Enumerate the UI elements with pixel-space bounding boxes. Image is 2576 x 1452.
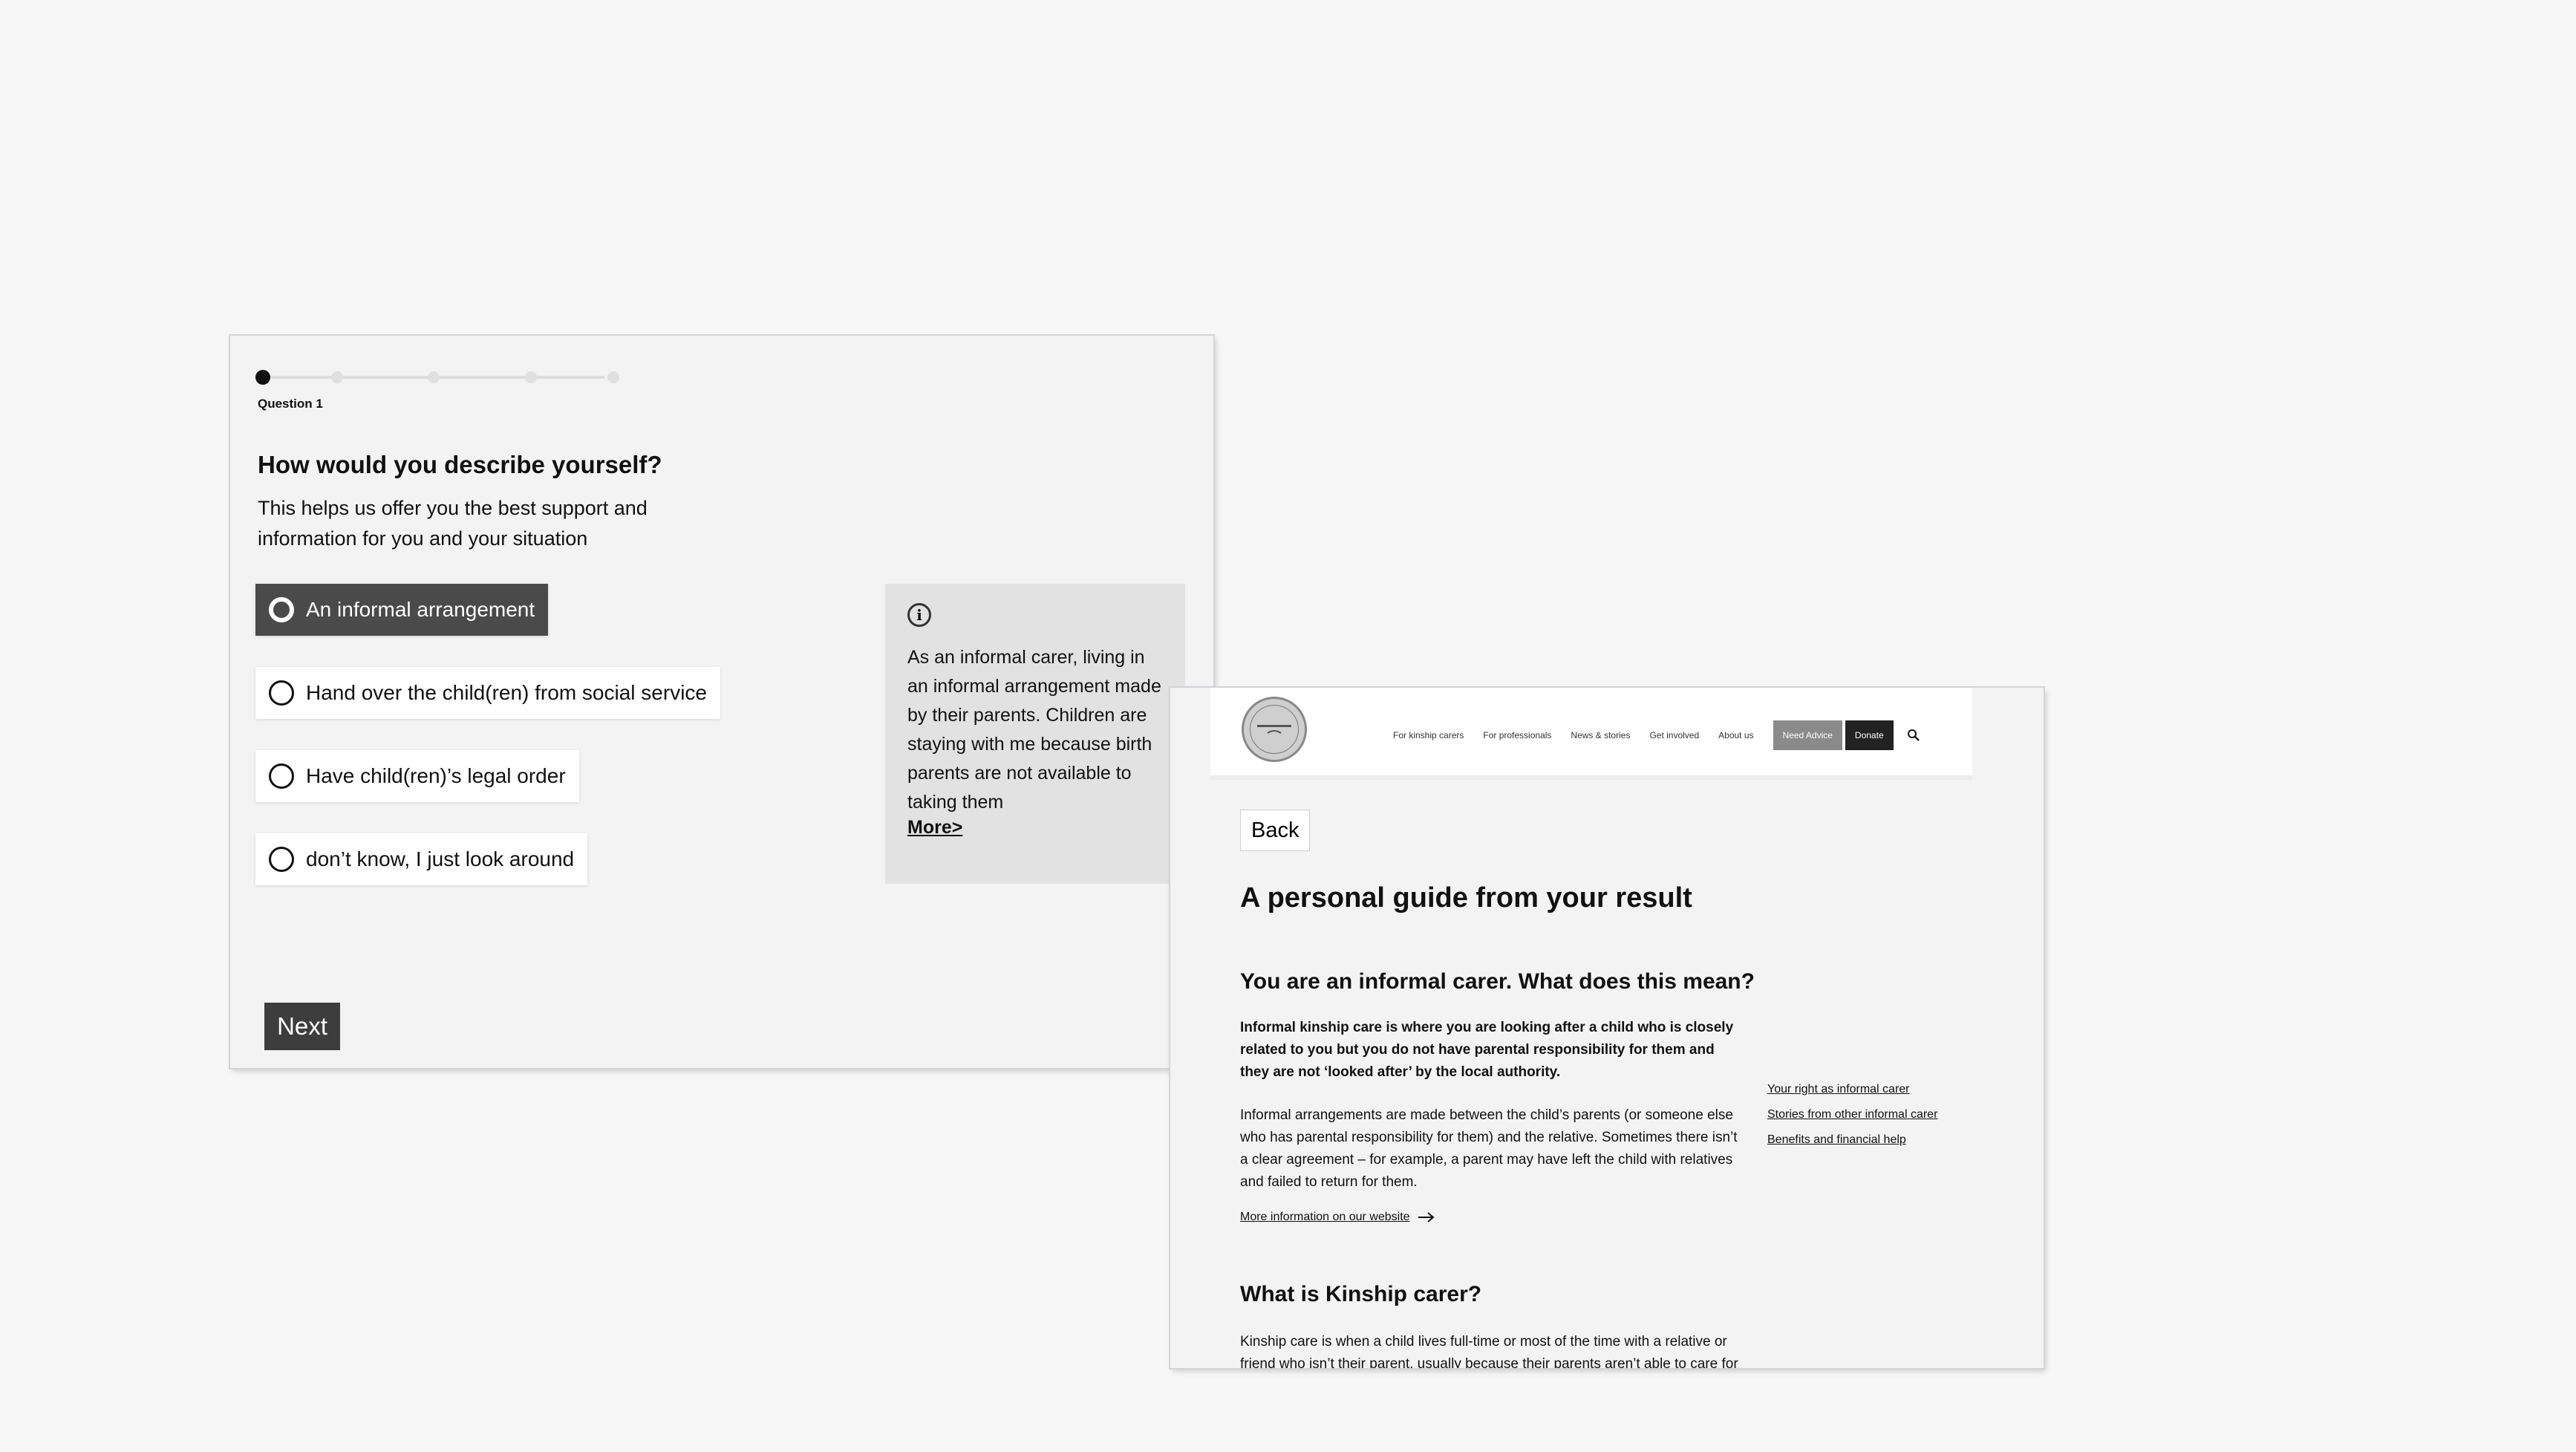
more-info-website-link[interactable]: More information on our website: [1240, 1211, 1435, 1224]
section-kinship-carer-heading: What is Kinship carer?: [1240, 1282, 1482, 1306]
radio-icon: [269, 764, 294, 789]
option-dont-know[interactable]: don’t know, I just look around: [255, 833, 588, 885]
more-info-link-label: More information on our website: [1240, 1211, 1410, 1223]
option-label: Have child(ren)’s legal order: [306, 764, 566, 787]
result-title: A personal guide from your result: [1240, 882, 1692, 914]
site-header: For kinship carers For professionals New…: [1210, 688, 1972, 780]
option-informal-arrangement[interactable]: An informal arrangement: [255, 584, 549, 636]
nav-news-stories[interactable]: News & stories: [1571, 730, 1630, 740]
nav-get-involved[interactable]: Get involved: [1649, 730, 1699, 740]
step-2-dot[interactable]: [331, 371, 343, 383]
question-subtitle: This helps us offer you the best support…: [258, 497, 648, 550]
radio-icon: [269, 847, 294, 872]
progress-stepper: [255, 368, 619, 386]
section-informal-carer-heading: You are an informal carer. What does thi…: [1240, 969, 1755, 994]
step-3-dot[interactable]: [428, 371, 440, 383]
question-label: Question 1: [258, 397, 323, 411]
option-label: don’t know, I just look around: [306, 847, 575, 870]
radio-icon: [269, 680, 294, 706]
nav-kinship-carers[interactable]: For kinship carers: [1393, 730, 1464, 740]
quiz-card: Question 1 How would you describe yourse…: [230, 336, 1213, 1068]
option-social-service[interactable]: Hand over the child(ren) from social ser…: [255, 667, 720, 719]
back-button[interactable]: Back: [1240, 810, 1311, 851]
arrow-right-icon: [1418, 1212, 1435, 1223]
section-informal-carer-body: Informal arrangements are made between t…: [1240, 1107, 1738, 1190]
next-button[interactable]: Next: [264, 1003, 340, 1050]
side-links: Your right as informal carer Stories fro…: [1767, 1083, 1937, 1159]
search-icon[interactable]: [1907, 729, 1920, 742]
result-card: For kinship carers For professionals New…: [1170, 688, 2044, 1368]
section-kinship-carer-body: Kinship care is when a child lives full-…: [1240, 1334, 1738, 1368]
info-panel: i As an informal carer, living in an inf…: [885, 584, 1185, 884]
donate-button[interactable]: Donate: [1845, 720, 1894, 750]
logo-inner-ring: [1250, 705, 1299, 754]
grandparents-plus-logo[interactable]: [1242, 697, 1307, 762]
section-informal-carer-intro: Informal kinship care is where you are l…: [1240, 1020, 1734, 1080]
logo-mark-icon: [1257, 725, 1291, 734]
side-link-benefits[interactable]: Benefits and financial help: [1767, 1133, 1937, 1147]
option-legal-order[interactable]: Have child(ren)’s legal order: [255, 750, 579, 802]
step-5-dot[interactable]: [607, 371, 619, 383]
option-label: Hand over the child(ren) from social ser…: [306, 681, 707, 704]
info-icon: i: [907, 603, 931, 627]
step-4-dot[interactable]: [525, 371, 537, 383]
main-nav: For kinship carers For professionals New…: [1393, 720, 1920, 750]
question-title: How would you describe yourself?: [258, 451, 662, 478]
need-advice-button[interactable]: Need Advice: [1773, 720, 1842, 750]
side-link-your-right[interactable]: Your right as informal carer: [1767, 1083, 1937, 1096]
step-1-dot[interactable]: [255, 370, 270, 385]
nav-about-us[interactable]: About us: [1718, 730, 1753, 740]
side-link-stories[interactable]: Stories from other informal carer: [1767, 1108, 1937, 1121]
option-label: An informal arrangement: [306, 598, 535, 621]
info-text: As an informal carer, living in an infor…: [907, 647, 1161, 813]
nav-professionals[interactable]: For professionals: [1483, 730, 1551, 740]
info-more-link[interactable]: More>: [907, 817, 1163, 839]
radio-selected-icon: [269, 597, 294, 622]
